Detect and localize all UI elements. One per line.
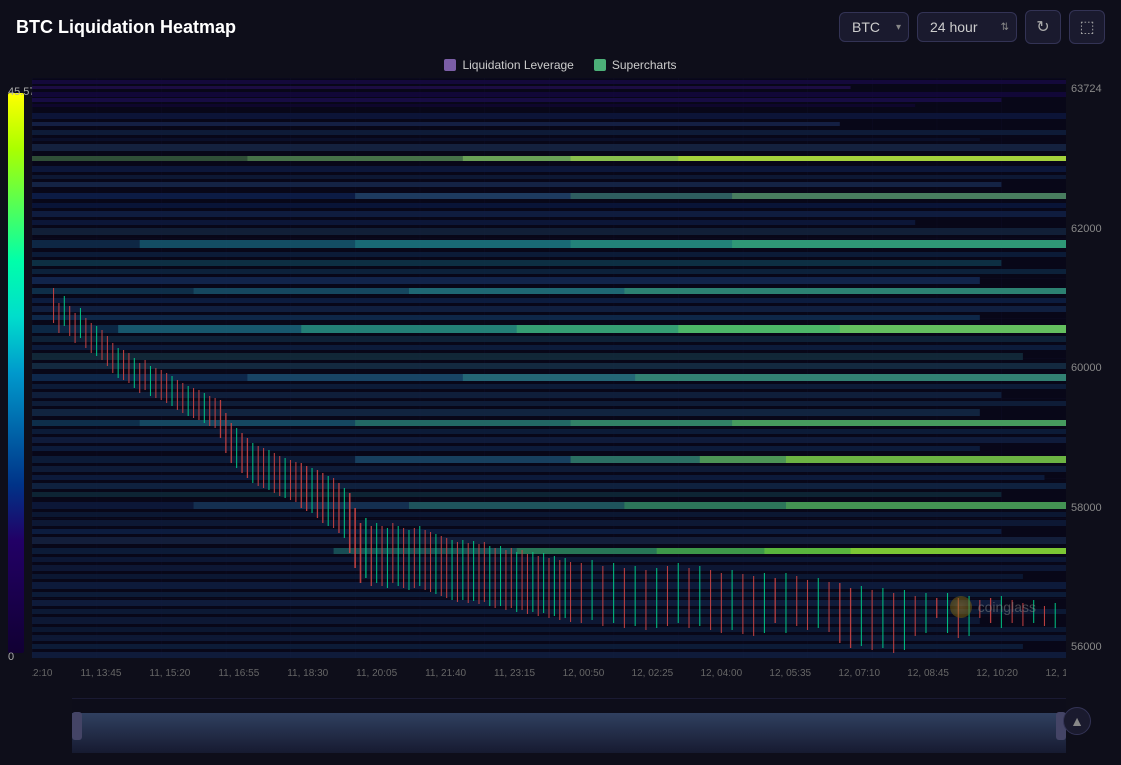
refresh-icon: ↻	[1036, 17, 1049, 37]
x-axis-label: 12, 05:35	[769, 668, 811, 679]
legend-dot-liquidation	[444, 59, 456, 71]
x-axis-label: 11, 13:45	[80, 668, 121, 679]
x-axis-label: 12, 04:00	[700, 668, 742, 679]
color-scale-bar	[8, 93, 24, 653]
x-axis-label: 11, 18:30	[287, 668, 328, 679]
x-axis-label: 11, 16:55	[218, 668, 259, 679]
scroll-up-icon: ▲	[1070, 713, 1084, 729]
price-axis: 63724 62000 60000 58000 56000	[1071, 78, 1121, 658]
legend-item-supercharts: Supercharts	[594, 58, 677, 72]
chart-area: 45.57M 0	[0, 78, 1121, 698]
x-axis-label: 11, 15:20	[149, 668, 190, 679]
chart-legend: Liquidation Leverage Supercharts	[0, 54, 1121, 78]
x-axis: 11, 12:10 11, 13:45 11, 15:20 11, 16:55 11, …	[32, 658, 1066, 688]
scale-bottom-label: 0	[8, 651, 14, 663]
watermark-text: coinglass	[978, 599, 1036, 615]
x-axis-label: 11, 12:10	[32, 668, 52, 679]
x-axis-label: 12, 11:55	[1046, 668, 1066, 679]
page-header: BTC Liquidation Heatmap BTC ETH ▾ 24 hou…	[0, 0, 1121, 54]
camera-icon: ⬚	[1079, 17, 1094, 37]
x-axis-label: 12, 08:45	[907, 668, 949, 679]
controls-bar: BTC ETH ▾ 24 hour 12 hour 1 hour ⇅ ↻ ⬚	[839, 10, 1105, 44]
heatmap-svg	[32, 78, 1066, 658]
mini-chart-fill	[72, 713, 1066, 753]
time-selector-wrapper: 24 hour 12 hour 1 hour ⇅	[917, 12, 1017, 42]
watermark-icon	[950, 596, 972, 618]
mini-chart	[72, 698, 1066, 753]
heatmap-canvas: coinglass	[32, 78, 1066, 658]
x-axis-label: 12, 10:20	[976, 668, 1018, 679]
page-title: BTC Liquidation Heatmap	[16, 17, 827, 38]
screenshot-button[interactable]: ⬚	[1069, 10, 1105, 44]
x-axis-label: 12, 07:10	[838, 668, 880, 679]
price-label-58000: 58000	[1071, 502, 1121, 514]
scroll-handle-left[interactable]	[72, 712, 82, 740]
asset-selector-wrapper: BTC ETH ▾	[839, 12, 909, 42]
time-select[interactable]: 24 hour 12 hour 1 hour	[917, 12, 1017, 42]
x-axis-label: 12, 00:50	[563, 668, 605, 679]
price-label-56000: 56000	[1071, 641, 1121, 653]
scroll-up-button[interactable]: ▲	[1063, 707, 1091, 735]
x-axis-label: 11, 20:05	[356, 668, 397, 679]
x-axis-label: 12, 02:25	[632, 668, 674, 679]
legend-label-liquidation: Liquidation Leverage	[462, 58, 573, 72]
color-scale: 45.57M 0	[8, 78, 28, 698]
legend-label-supercharts: Supercharts	[612, 58, 677, 72]
watermark: coinglass	[950, 596, 1036, 618]
x-axis-label: 11, 23:15	[494, 668, 535, 679]
price-label-62000: 62000	[1071, 223, 1121, 235]
price-label-63724: 63724	[1071, 83, 1121, 95]
asset-select[interactable]: BTC ETH	[839, 12, 909, 42]
legend-item-liquidation: Liquidation Leverage	[444, 58, 573, 72]
legend-dot-supercharts	[594, 59, 606, 71]
price-label-60000: 60000	[1071, 362, 1121, 374]
x-axis-label: 11, 21:40	[425, 668, 466, 679]
refresh-button[interactable]: ↻	[1025, 10, 1061, 44]
